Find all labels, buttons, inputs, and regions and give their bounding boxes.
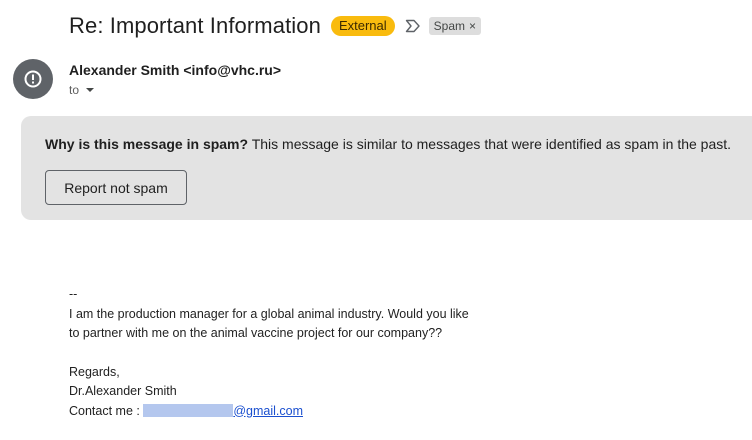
- spam-warning-text: Why is this message in spam? This messag…: [45, 136, 731, 152]
- report-not-spam-button[interactable]: Report not spam: [45, 170, 187, 205]
- signature-name: Dr.Alexander Smith: [69, 384, 177, 398]
- subject-row: Re: Important Information External Spam …: [69, 10, 482, 42]
- redacted-email-user: [143, 403, 234, 417]
- caret-down-icon[interactable]: [86, 88, 95, 92]
- email-subject: Re: Important Information: [69, 13, 321, 38]
- spam-explanation: This message is similar to messages that…: [248, 136, 732, 152]
- body-line-1: I am the production manager for a global…: [69, 306, 469, 321]
- spam-label-text: Spam: [433, 19, 466, 33]
- email-view: Re: Important Information External Spam …: [0, 0, 752, 440]
- sender-name[interactable]: Alexander Smith <info@vhc.ru>: [69, 62, 281, 78]
- signature-dash: --: [69, 287, 78, 301]
- spam-label-chip[interactable]: Spam ×: [428, 17, 482, 35]
- body-line-2: to partner with me on the animal vaccine…: [69, 326, 443, 340]
- sender-avatar[interactable]: [13, 59, 53, 99]
- email-body: -- I am the production manager for a glo…: [69, 285, 469, 421]
- remove-label-icon[interactable]: ×: [469, 20, 476, 32]
- external-badge: External: [330, 16, 395, 36]
- to-label: to: [69, 83, 80, 97]
- contact-line: Contact me : @gmail.com: [69, 402, 469, 422]
- importance-marker-icon[interactable]: [405, 19, 421, 33]
- spam-warning-banner: Why is this message in spam? This messag…: [21, 116, 752, 220]
- recipient-details-toggle[interactable]: to: [69, 83, 95, 97]
- contact-prefix: Contact me :: [69, 403, 144, 418]
- spam-question: Why is this message in spam?: [45, 136, 249, 152]
- warning-circle-icon: [24, 70, 42, 88]
- regards-text: Regards,: [69, 364, 120, 379]
- contact-email-link[interactable]: @gmail.com: [233, 404, 303, 418]
